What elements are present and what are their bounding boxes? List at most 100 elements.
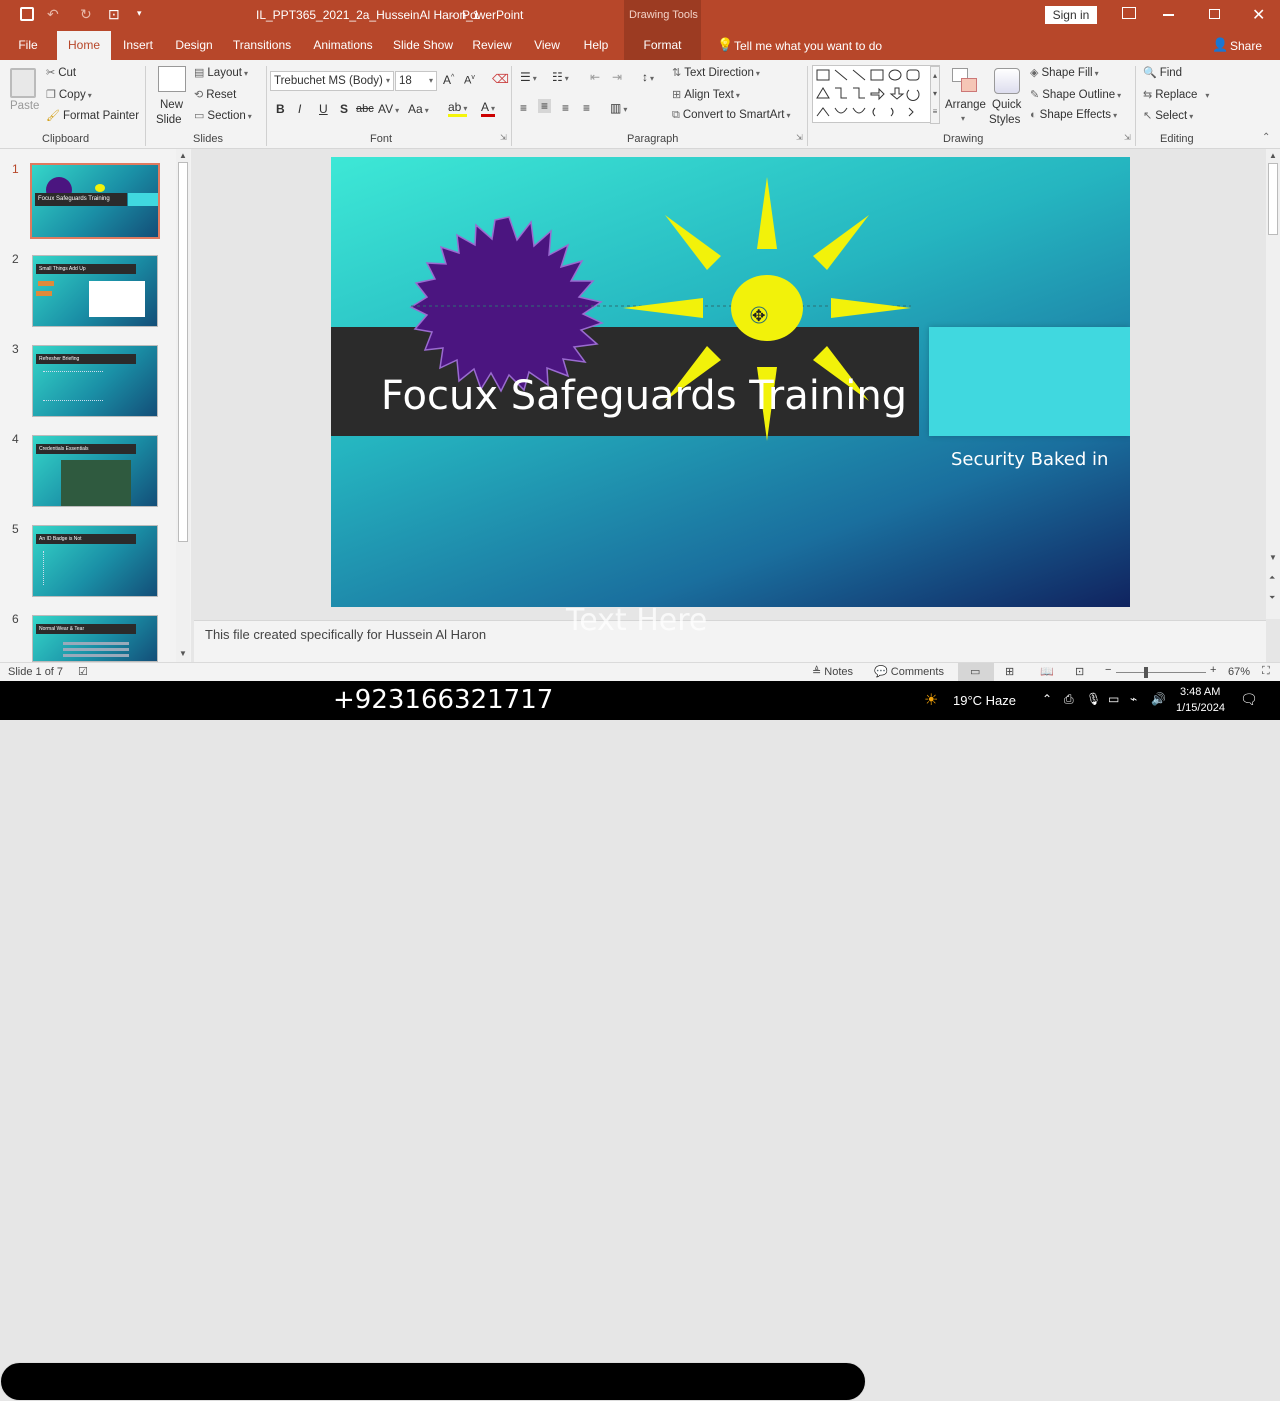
copy-button[interactable]: ❐ Copy ▾ (46, 88, 92, 101)
meet-icon[interactable]: ⎙ (1064, 692, 1074, 707)
shape-fill-button[interactable]: ◈ Shape Fill ▾ (1030, 66, 1099, 79)
save-icon[interactable] (20, 7, 34, 21)
present-icon[interactable]: ⊡ (108, 6, 120, 23)
quick-styles-icon[interactable] (994, 68, 1020, 94)
battery-icon[interactable]: ▭ (1108, 692, 1119, 706)
slide-thumb-3[interactable]: Refresher Briefing (32, 345, 158, 417)
replace-button[interactable]: ⇆ Replace ▾ (1143, 88, 1209, 101)
decrease-indent-icon[interactable]: ⇤ (590, 70, 600, 84)
new-slide-label-1[interactable]: New (160, 99, 183, 111)
zoom-level[interactable]: 67% (1228, 666, 1250, 678)
scroll-thumb[interactable] (1268, 163, 1278, 235)
numbering-icon[interactable]: ☷ ▾ (552, 70, 569, 84)
font-family-select[interactable]: Trebuchet MS (Body) ▾ (270, 71, 394, 91)
customize-qat-icon[interactable]: ▾ (137, 8, 142, 19)
character-spacing-icon[interactable]: AV ▾ (378, 102, 399, 116)
quick-styles-label-1[interactable]: Quick (992, 99, 1021, 111)
slide-thumb-4[interactable]: Credentials Essentials (32, 435, 158, 507)
tab-home[interactable]: Home (57, 31, 111, 60)
slide-canvas[interactable]: ✥ Focux Safeguards Training Security Bak… (331, 157, 1130, 607)
notes-pane[interactable]: This file created specifically for Husse… (194, 620, 1266, 662)
text-direction-button[interactable]: ⇅ Text Direction ▾ (672, 66, 760, 79)
scroll-up-icon[interactable]: ▲ (1269, 151, 1277, 160)
tab-file[interactable]: File (8, 31, 48, 60)
panel-scrollbar[interactable]: ▲ ▼ (176, 149, 190, 662)
layout-button[interactable]: ▤ Layout ▾ (194, 66, 248, 79)
normal-view-icon[interactable]: ▭ (970, 665, 980, 678)
shape-effects-button[interactable]: ◐ Shape Effects ▾ (1030, 109, 1117, 121)
comments-button[interactable]: 💬 Comments (874, 665, 944, 678)
section-button[interactable]: ▭ Section ▾ (194, 109, 252, 122)
restore-icon[interactable] (1209, 9, 1220, 19)
align-right-icon[interactable]: ≡ (562, 101, 569, 115)
scroll-down-icon[interactable]: ▼ (179, 649, 187, 658)
cut-button[interactable]: ✂ Cut (46, 66, 76, 79)
paste-icon[interactable] (10, 68, 36, 98)
undo-icon[interactable]: ↶ (47, 6, 59, 23)
tell-me-box[interactable]: Tell me what you want to do (734, 39, 882, 53)
slide-thumb-5[interactable]: An ID Badge is Not (32, 525, 158, 597)
network-icon[interactable]: ⌁ (1130, 692, 1137, 706)
next-slide-icon[interactable]: ⏷ (1269, 593, 1275, 603)
align-text-button[interactable]: ⊞ Align Text ▾ (672, 88, 740, 101)
redo-icon[interactable]: ↻ (80, 6, 92, 23)
sign-in-button[interactable]: Sign in (1045, 6, 1097, 24)
previous-slide-icon[interactable]: ⏶ (1269, 573, 1275, 583)
microphone-icon[interactable]: 🎙 (1086, 692, 1101, 706)
change-case-icon[interactable]: Aa ▾ (408, 102, 429, 116)
justify-icon[interactable]: ≡ (583, 101, 590, 115)
clock-date[interactable]: 1/15/2024 (1176, 702, 1225, 714)
volume-icon[interactable]: 🔊 (1151, 692, 1166, 706)
new-slide-icon[interactable] (158, 66, 186, 92)
find-button[interactable]: 🔍 Find (1143, 66, 1182, 79)
font-color-icon[interactable]: A ▾ (481, 100, 496, 117)
bullets-icon[interactable]: ☰ ▾ (520, 70, 537, 84)
scroll-up-icon[interactable]: ▲ (179, 151, 187, 160)
tab-design[interactable]: Design (170, 31, 218, 60)
paragraph-dialog-launcher-icon[interactable]: ⇲ (796, 133, 803, 142)
shape-outline-button[interactable]: ✎ Shape Outline ▾ (1030, 88, 1121, 101)
reading-view-icon[interactable]: 📖 (1040, 665, 1054, 678)
reset-button[interactable]: ⟲ Reset (194, 88, 236, 101)
notifications-icon[interactable]: 🗨 (1240, 691, 1258, 708)
clear-formatting-icon[interactable]: ⌫ (492, 72, 509, 86)
tab-insert[interactable]: Insert (116, 31, 160, 60)
slide-thumb-1[interactable]: Focux Safeguards Training (32, 165, 158, 237)
shapes-gallery-scroll[interactable]: ▴ ▾ ≡ (930, 66, 940, 124)
arrange-button[interactable]: Arrange (945, 99, 986, 111)
font-dialog-launcher-icon[interactable]: ⇲ (500, 133, 507, 142)
zoom-in-icon[interactable]: + (1210, 664, 1216, 676)
tab-help[interactable]: Help (577, 31, 615, 60)
grow-font-icon[interactable]: A^ (443, 73, 454, 87)
align-center-icon[interactable]: ≡ (538, 99, 552, 113)
increase-indent-icon[interactable]: ⇥ (612, 70, 622, 84)
bold-icon[interactable]: B (276, 102, 285, 116)
clock-time[interactable]: 3:48 AM (1180, 686, 1220, 698)
scroll-thumb[interactable] (178, 162, 188, 542)
paste-button[interactable]: Paste (10, 100, 39, 112)
new-slide-label-2[interactable]: Slide (156, 114, 182, 126)
tab-format[interactable]: Format (624, 31, 701, 60)
starburst-shape[interactable] (409, 216, 605, 393)
format-painter-button[interactable]: 🖌 Format Painter (46, 109, 139, 122)
tab-view[interactable]: View (527, 31, 567, 60)
highlight-icon[interactable]: ab ▾ (448, 100, 468, 117)
font-size-select[interactable]: 18 ▾ (395, 71, 437, 91)
align-left-icon[interactable]: ≡ (520, 101, 527, 115)
collapse-ribbon-icon[interactable]: ⌃ (1262, 132, 1270, 143)
select-button[interactable]: ↖ Select ▾ (1143, 109, 1193, 122)
close-icon[interactable]: ✕ (1252, 5, 1265, 25)
tab-slide-show[interactable]: Slide Show (389, 31, 457, 60)
line-spacing-icon[interactable]: ↕ ▾ (642, 70, 654, 84)
shapes-gallery[interactable] (812, 65, 940, 123)
notes-toggle-button[interactable]: ≜ Notes (812, 665, 853, 678)
slideshow-icon[interactable]: ⊡ (1075, 665, 1084, 678)
strikethrough-icon[interactable]: abc (356, 103, 374, 115)
slide-thumb-6[interactable]: Normal Wear & Tear (32, 615, 158, 662)
spelling-check-icon[interactable]: ☑ (78, 665, 88, 678)
minimize-icon[interactable] (1163, 14, 1174, 16)
tab-transitions[interactable]: Transitions (228, 31, 296, 60)
arrange-icon[interactable] (952, 68, 978, 94)
tab-animations[interactable]: Animations (306, 31, 380, 60)
zoom-slider-thumb[interactable] (1144, 667, 1148, 678)
